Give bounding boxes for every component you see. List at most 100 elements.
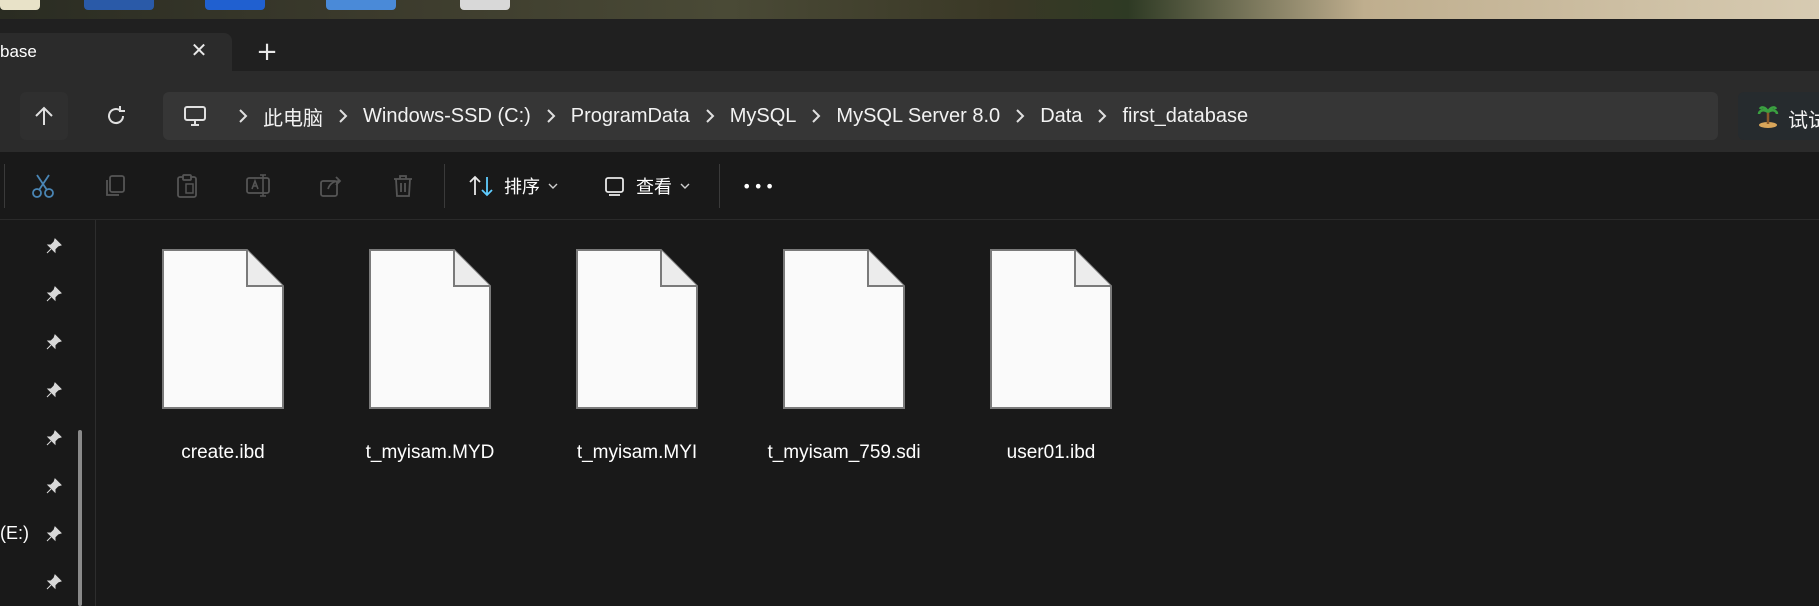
file-name: t_myisam.MYD: [365, 442, 495, 463]
chevron-right-icon: [706, 109, 715, 123]
breadcrumb-separator[interactable]: [1000, 92, 1040, 140]
chevron-right-icon: [812, 109, 821, 123]
pin-icon: [46, 334, 62, 350]
pin-icon: [46, 286, 62, 302]
address-bar[interactable]: 此电脑 Windows-SSD (C:) ProgramData MySQL M…: [163, 92, 1718, 140]
breadcrumb-mysql-server[interactable]: MySQL Server 8.0: [836, 105, 1000, 128]
refresh-icon: [108, 106, 125, 125]
chevron-right-icon: [239, 109, 248, 123]
breadcrumb-first-database[interactable]: first_database: [1122, 105, 1248, 128]
share-icon: [320, 176, 342, 197]
tab-first-database[interactable]: base ✕: [0, 33, 232, 71]
file-item[interactable]: user01.ibd: [949, 242, 1119, 463]
toolbar-divider: [444, 164, 445, 208]
sort-icon: [469, 175, 493, 197]
breadcrumb-separator[interactable]: [223, 92, 263, 140]
desktop-background-strip: [0, 0, 1819, 19]
breadcrumb-programdata[interactable]: ProgramData: [571, 105, 690, 128]
up-button[interactable]: [20, 92, 68, 140]
rename-button[interactable]: [243, 170, 275, 202]
chevron-right-icon: [1016, 109, 1025, 123]
sort-button[interactable]: 排序: [468, 166, 558, 206]
file-icon: [162, 249, 284, 409]
navigation-pane: (E:): [0, 220, 96, 606]
share-button[interactable]: [315, 170, 347, 202]
file-list: create.ibd t_myisam.MYD t_myisam.MYI t_m…: [97, 220, 1819, 606]
refresh-button[interactable]: [92, 92, 140, 140]
chevron-right-icon: [547, 109, 556, 123]
sidebar-item-pinned[interactable]: [44, 284, 64, 304]
this-pc-button[interactable]: [167, 92, 223, 140]
sidebar-item-pinned[interactable]: [44, 236, 64, 256]
desktop-icon: [0, 0, 40, 10]
view-button[interactable]: 查看: [604, 166, 690, 206]
breadcrumb-separator[interactable]: [531, 92, 571, 140]
delete-icon: [394, 175, 412, 197]
close-tab-icon[interactable]: ✕: [186, 37, 212, 63]
cut-icon: [32, 174, 54, 198]
chevron-down-icon: [548, 183, 558, 189]
cut-button[interactable]: [27, 170, 59, 202]
chevron-right-icon: [339, 109, 348, 123]
delete-button[interactable]: [387, 170, 419, 202]
sidebar-item-pinned[interactable]: [44, 380, 64, 400]
breadcrumb-separator[interactable]: [1082, 92, 1122, 140]
toolbar-divider: [4, 164, 5, 208]
breadcrumb-mysql[interactable]: MySQL: [730, 105, 797, 128]
tab-bar: base ✕ +: [0, 19, 1819, 71]
file-item[interactable]: create.ibd: [121, 242, 291, 463]
rename-icon: [246, 174, 270, 197]
file-item[interactable]: t_myisam_759.sdi: [742, 242, 921, 463]
desktop-icon: [326, 0, 396, 10]
more-options-button[interactable]: •••: [742, 166, 776, 206]
breadcrumb-separator[interactable]: [796, 92, 836, 140]
sidebar-item-pinned[interactable]: [44, 476, 64, 496]
sidebar-item-pinned[interactable]: [44, 428, 64, 448]
file-icon: [369, 249, 491, 409]
pin-icon: [46, 430, 62, 446]
breadcrumb-separator[interactable]: [323, 92, 363, 140]
navigation-bar: 此电脑 Windows-SSD (C:) ProgramData MySQL M…: [0, 71, 1819, 152]
file-name: create.ibd: [181, 442, 265, 463]
breadcrumb: 此电脑 Windows-SSD (C:) ProgramData MySQL M…: [163, 92, 1248, 140]
view-label: 查看: [636, 177, 672, 198]
file-name: t_myisam_759.sdi: [767, 442, 921, 463]
new-tab-button[interactable]: +: [252, 38, 282, 68]
view-icon: [605, 177, 624, 196]
breadcrumb-this-pc[interactable]: 此电脑: [263, 102, 323, 131]
toolbar-divider: [719, 164, 720, 208]
sidebar-item-pinned[interactable]: [44, 572, 64, 592]
breadcrumb-separator[interactable]: [690, 92, 730, 140]
pin-icon: [46, 238, 62, 254]
paste-icon: [177, 174, 197, 198]
arrow-up-icon: [35, 106, 53, 125]
chevron-down-icon: [680, 183, 690, 189]
sidebar-item-pinned[interactable]: [44, 524, 64, 544]
pin-icon: [46, 382, 62, 398]
palm-tree-icon: [1757, 106, 1779, 128]
breadcrumb-data[interactable]: Data: [1040, 105, 1082, 128]
desktop-icon: [205, 0, 265, 10]
file-icon: [576, 249, 698, 409]
sidebar-item-e-drive[interactable]: (E:): [0, 523, 29, 544]
file-name: t_myisam.MYI: [576, 442, 698, 463]
pin-icon: [46, 526, 62, 542]
file-name: user01.ibd: [1006, 442, 1096, 463]
paste-button[interactable]: [171, 170, 203, 202]
tab-title: base: [0, 42, 37, 61]
file-icon: [783, 249, 905, 409]
pin-icon: [46, 574, 62, 590]
copy-button[interactable]: [99, 170, 131, 202]
search-placeholder: 试试: [1788, 108, 1819, 132]
computer-icon: [184, 106, 206, 126]
pin-icon: [46, 478, 62, 494]
file-item[interactable]: t_myisam.MYD: [328, 242, 498, 463]
file-item[interactable]: t_myisam.MYI: [535, 242, 705, 463]
copy-icon: [106, 175, 125, 196]
breadcrumb-c-drive[interactable]: Windows-SSD (C:): [363, 105, 531, 128]
desktop-icon: [460, 0, 510, 10]
command-bar: 排序 查看 •••: [0, 152, 1819, 220]
sidebar-item-pinned[interactable]: [44, 332, 64, 352]
sidebar-scrollbar[interactable]: [78, 430, 82, 606]
search-box[interactable]: 试试: [1738, 92, 1819, 140]
